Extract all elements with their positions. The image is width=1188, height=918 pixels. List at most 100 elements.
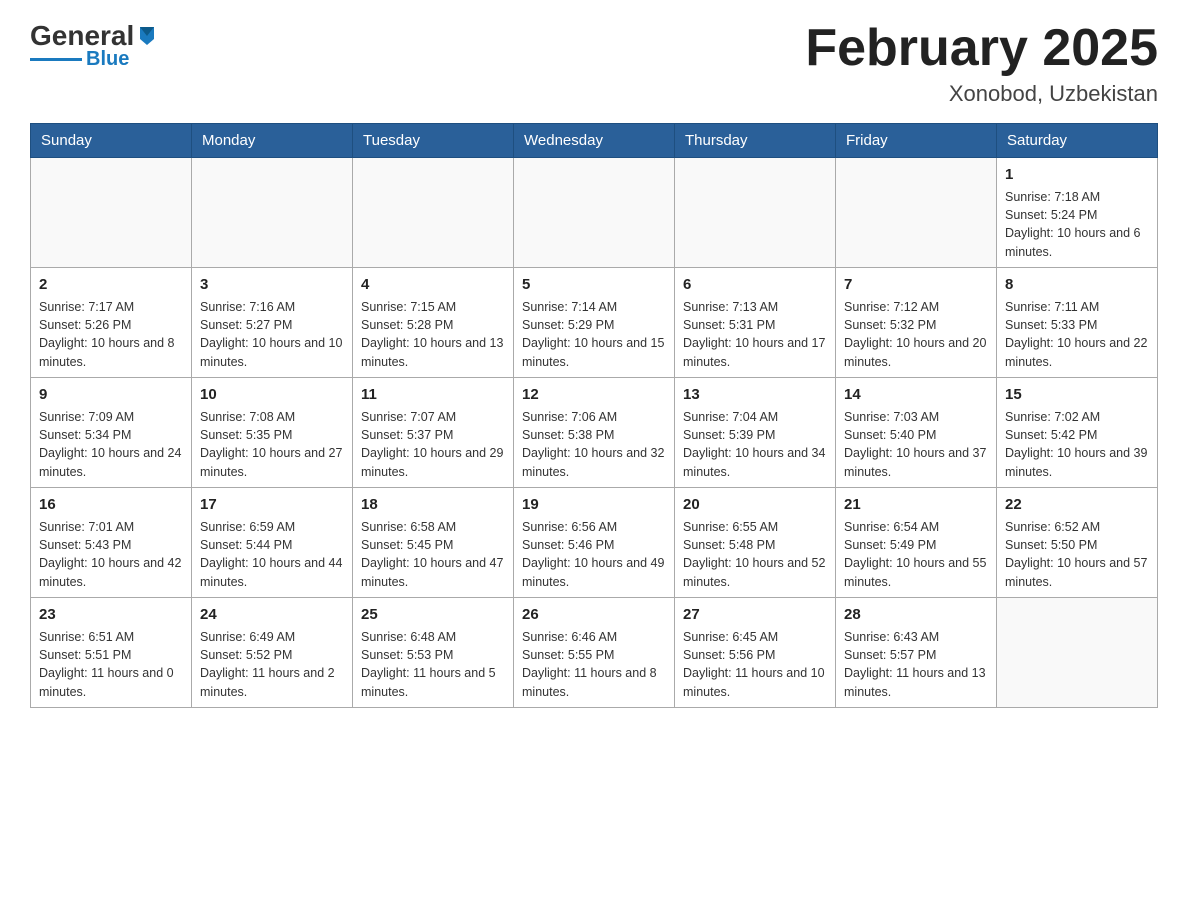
calendar-cell: 22 Sunrise: 6:52 AMSunset: 5:50 PMDayligh… bbox=[997, 488, 1158, 598]
day-number: 12 bbox=[522, 384, 666, 405]
weekday-header-monday: Monday bbox=[192, 124, 353, 158]
day-info: Sunrise: 6:54 AMSunset: 5:49 PMDaylight:… bbox=[844, 518, 988, 591]
calendar-cell: 26Sunrise: 6:46 AMSunset: 5:55 PMDayligh… bbox=[514, 598, 675, 708]
calendar-cell: 24Sunrise: 6:49 AMSunset: 5:52 PMDayligh… bbox=[192, 598, 353, 708]
title-block: February 2025 Xonobod, Uzbekistan bbox=[805, 20, 1158, 107]
day-number: 25 bbox=[361, 604, 505, 625]
day-info: Sunrise: 6:56 AMSunset: 5:46 PMDaylight:… bbox=[522, 518, 666, 591]
day-number: 2 bbox=[39, 274, 183, 295]
day-number: 14 bbox=[844, 384, 988, 405]
day-number: 21 bbox=[844, 494, 988, 515]
day-number: 16 bbox=[39, 494, 183, 515]
calendar-subtitle: Xonobod, Uzbekistan bbox=[805, 81, 1158, 107]
day-number: 22 bbox=[1005, 494, 1149, 515]
weekday-header-tuesday: Tuesday bbox=[353, 124, 514, 158]
day-number: 6 bbox=[683, 274, 827, 295]
day-number: 18 bbox=[361, 494, 505, 515]
day-info: Sunrise: 6:58 AMSunset: 5:45 PMDaylight:… bbox=[361, 518, 505, 591]
day-info: Sunrise: 7:12 AMSunset: 5:32 PMDaylight:… bbox=[844, 298, 988, 371]
calendar-cell bbox=[192, 158, 353, 268]
calendar-cell: 1 Sunrise: 7:18 AMSunset: 5:24 PMDaylight… bbox=[997, 158, 1158, 268]
weekday-header-wednesday: Wednesday bbox=[514, 124, 675, 158]
calendar-week-5: 23Sunrise: 6:51 AMSunset: 5:51 PMDayligh… bbox=[31, 598, 1158, 708]
calendar-cell bbox=[675, 158, 836, 268]
day-number: 7 bbox=[844, 274, 988, 295]
day-number: 15 bbox=[1005, 384, 1149, 405]
day-number: 9 bbox=[39, 384, 183, 405]
day-number: 23 bbox=[39, 604, 183, 625]
calendar-cell: 14 Sunrise: 7:03 AMSunset: 5:40 PMDayligh… bbox=[836, 378, 997, 488]
calendar-cell: 5 Sunrise: 7:14 AMSunset: 5:29 PMDaylight… bbox=[514, 268, 675, 378]
calendar-cell: 7 Sunrise: 7:12 AMSunset: 5:32 PMDaylight… bbox=[836, 268, 997, 378]
day-number: 4 bbox=[361, 274, 505, 295]
calendar-cell bbox=[836, 158, 997, 268]
day-info: Sunrise: 7:15 AMSunset: 5:28 PMDaylight:… bbox=[361, 298, 505, 371]
day-info: Sunrise: 7:18 AMSunset: 5:24 PMDaylight:… bbox=[1005, 188, 1149, 261]
calendar-cell: 17 Sunrise: 6:59 AMSunset: 5:44 PMDayligh… bbox=[192, 488, 353, 598]
calendar-table: SundayMondayTuesdayWednesdayThursdayFrid… bbox=[30, 123, 1158, 708]
calendar-cell: 18 Sunrise: 6:58 AMSunset: 5:45 PMDayligh… bbox=[353, 488, 514, 598]
logo: General Blue bbox=[30, 20, 158, 71]
day-info: Sunrise: 7:06 AMSunset: 5:38 PMDaylight:… bbox=[522, 408, 666, 481]
weekday-header-friday: Friday bbox=[836, 124, 997, 158]
calendar-week-2: 2 Sunrise: 7:17 AMSunset: 5:26 PMDaylight… bbox=[31, 268, 1158, 378]
day-info: Sunrise: 6:49 AMSunset: 5:52 PMDaylight:… bbox=[200, 628, 344, 701]
weekday-header-sunday: Sunday bbox=[31, 124, 192, 158]
day-info: Sunrise: 6:52 AMSunset: 5:50 PMDaylight:… bbox=[1005, 518, 1149, 591]
day-number: 5 bbox=[522, 274, 666, 295]
calendar-cell: 15 Sunrise: 7:02 AMSunset: 5:42 PMDayligh… bbox=[997, 378, 1158, 488]
calendar-title: February 2025 bbox=[805, 20, 1158, 77]
day-number: 8 bbox=[1005, 274, 1149, 295]
calendar-cell: 6 Sunrise: 7:13 AMSunset: 5:31 PMDaylight… bbox=[675, 268, 836, 378]
calendar-cell: 10 Sunrise: 7:08 AMSunset: 5:35 PMDayligh… bbox=[192, 378, 353, 488]
calendar-cell: 28 Sunrise: 6:43 AMSunset: 5:57 PMDayligh… bbox=[836, 598, 997, 708]
day-info: Sunrise: 7:17 AMSunset: 5:26 PMDaylight:… bbox=[39, 298, 183, 371]
day-info: Sunrise: 7:01 AMSunset: 5:43 PMDaylight:… bbox=[39, 518, 183, 591]
day-number: 3 bbox=[200, 274, 344, 295]
weekday-header-row: SundayMondayTuesdayWednesdayThursdayFrid… bbox=[31, 124, 1158, 158]
day-info: Sunrise: 7:03 AMSunset: 5:40 PMDaylight:… bbox=[844, 408, 988, 481]
calendar-cell: 27Sunrise: 6:45 AMSunset: 5:56 PMDayligh… bbox=[675, 598, 836, 708]
calendar-cell bbox=[353, 158, 514, 268]
calendar-cell: 12 Sunrise: 7:06 AMSunset: 5:38 PMDayligh… bbox=[514, 378, 675, 488]
day-number: 13 bbox=[683, 384, 827, 405]
day-number: 27 bbox=[683, 604, 827, 625]
calendar-cell: 20Sunrise: 6:55 AMSunset: 5:48 PMDayligh… bbox=[675, 488, 836, 598]
day-info: Sunrise: 7:08 AMSunset: 5:35 PMDaylight:… bbox=[200, 408, 344, 481]
calendar-cell bbox=[514, 158, 675, 268]
day-number: 20 bbox=[683, 494, 827, 515]
day-number: 11 bbox=[361, 384, 505, 405]
day-number: 17 bbox=[200, 494, 344, 515]
day-info: Sunrise: 7:13 AMSunset: 5:31 PMDaylight:… bbox=[683, 298, 827, 371]
day-number: 19 bbox=[522, 494, 666, 515]
calendar-cell: 8 Sunrise: 7:11 AMSunset: 5:33 PMDaylight… bbox=[997, 268, 1158, 378]
day-number: 1 bbox=[1005, 164, 1149, 185]
calendar-cell: 16 Sunrise: 7:01 AMSunset: 5:43 PMDayligh… bbox=[31, 488, 192, 598]
calendar-week-3: 9Sunrise: 7:09 AMSunset: 5:34 PMDaylight… bbox=[31, 378, 1158, 488]
day-info: Sunrise: 7:07 AMSunset: 5:37 PMDaylight:… bbox=[361, 408, 505, 481]
calendar-week-4: 16 Sunrise: 7:01 AMSunset: 5:43 PMDayligh… bbox=[31, 488, 1158, 598]
day-info: Sunrise: 7:16 AMSunset: 5:27 PMDaylight:… bbox=[200, 298, 344, 371]
calendar-cell: 19 Sunrise: 6:56 AMSunset: 5:46 PMDayligh… bbox=[514, 488, 675, 598]
logo-arrow-icon bbox=[136, 25, 158, 47]
weekday-header-saturday: Saturday bbox=[997, 124, 1158, 158]
day-info: Sunrise: 6:43 AMSunset: 5:57 PMDaylight:… bbox=[844, 628, 988, 701]
calendar-cell: 21 Sunrise: 6:54 AMSunset: 5:49 PMDayligh… bbox=[836, 488, 997, 598]
calendar-week-1: 1 Sunrise: 7:18 AMSunset: 5:24 PMDaylight… bbox=[31, 158, 1158, 268]
logo-blue-text: Blue bbox=[86, 48, 129, 71]
calendar-cell: 9Sunrise: 7:09 AMSunset: 5:34 PMDaylight… bbox=[31, 378, 192, 488]
day-number: 10 bbox=[200, 384, 344, 405]
calendar-cell: 3 Sunrise: 7:16 AMSunset: 5:27 PMDaylight… bbox=[192, 268, 353, 378]
day-info: Sunrise: 6:59 AMSunset: 5:44 PMDaylight:… bbox=[200, 518, 344, 591]
page-header: General Blue February 2025 Xonobod, Uzbe… bbox=[30, 20, 1158, 107]
day-number: 28 bbox=[844, 604, 988, 625]
calendar-cell: 23Sunrise: 6:51 AMSunset: 5:51 PMDayligh… bbox=[31, 598, 192, 708]
day-info: Sunrise: 7:14 AMSunset: 5:29 PMDaylight:… bbox=[522, 298, 666, 371]
calendar-cell: 4 Sunrise: 7:15 AMSunset: 5:28 PMDaylight… bbox=[353, 268, 514, 378]
weekday-header-thursday: Thursday bbox=[675, 124, 836, 158]
day-info: Sunrise: 7:11 AMSunset: 5:33 PMDaylight:… bbox=[1005, 298, 1149, 371]
calendar-cell: 2 Sunrise: 7:17 AMSunset: 5:26 PMDaylight… bbox=[31, 268, 192, 378]
calendar-cell bbox=[31, 158, 192, 268]
day-info: Sunrise: 7:02 AMSunset: 5:42 PMDaylight:… bbox=[1005, 408, 1149, 481]
day-number: 26 bbox=[522, 604, 666, 625]
